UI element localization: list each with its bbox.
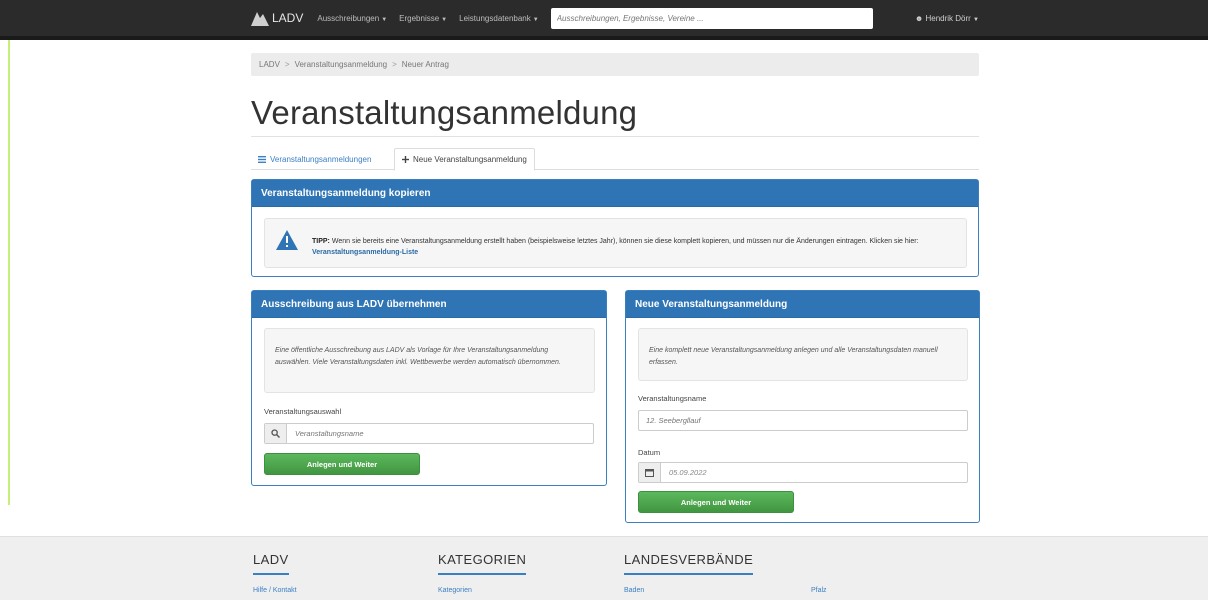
tab-bar: Veranstaltungsanmeldungen Neue Veranstal… <box>251 148 979 171</box>
caret-down-icon: ▼ <box>441 16 448 23</box>
breadcrumb-item-veranstaltungsanmeldung[interactable]: Veranstaltungsanmeldung <box>295 60 388 69</box>
new-description: Eine komplett neue Veranstaltungsanmeldu… <box>649 347 938 366</box>
ladv-logo-icon <box>251 12 269 26</box>
ladv-panel-title: Ausschreibung aus LADV übernehmen <box>252 291 606 318</box>
veranstaltungsname-input[interactable] <box>638 410 968 431</box>
footer-link-kategorien[interactable]: Kategorien <box>438 587 472 594</box>
footer-heading-landesverbaende: LANDESVERBÄNDE <box>624 552 754 575</box>
brand-logo[interactable]: LADV <box>251 10 303 26</box>
veranstaltungsauswahl-field <box>264 423 594 444</box>
top-navbar: LADV Ausschreibungen ▼ Ergebnisse ▼ Leistu… <box>0 0 1208 40</box>
veranstaltungsname-label: Veranstaltungsname <box>638 394 707 403</box>
ladv-description-box: Eine öffentliche Ausschreibung aus LADV … <box>264 328 595 393</box>
footer-link-pfalz[interactable]: Pfalz <box>811 587 827 594</box>
veranstaltungsauswahl-label: Veranstaltungsauswahl <box>264 407 342 416</box>
caret-down-icon: ▼ <box>973 16 979 23</box>
footer-heading-ladv: LADV <box>253 552 289 575</box>
veranstaltungsname-search-input[interactable] <box>287 429 593 438</box>
search-input[interactable] <box>550 7 873 29</box>
user-icon: ☻ <box>914 13 924 23</box>
nav-ausschreibungen[interactable]: Ausschreibungen ▼ <box>317 14 387 23</box>
footer-col-kategorien: KATEGORIEN <box>438 551 527 575</box>
breadcrumb-separator: > <box>284 60 290 69</box>
anlegen-und-weiter-button-ladv[interactable]: Anlegen und Weiter <box>264 453 420 475</box>
calendar-icon <box>639 463 661 482</box>
copy-panel-title: Veranstaltungsanmeldung kopieren <box>252 180 978 207</box>
new-description-box: Eine komplett neue Veranstaltungsanmeldu… <box>638 328 968 381</box>
search-icon <box>265 424 287 443</box>
footer-col-landesverbaende: LANDESVERBÄNDE <box>624 551 754 575</box>
caret-down-icon: ▼ <box>381 16 388 23</box>
footer-link-baden[interactable]: Baden <box>624 587 644 594</box>
left-accent-bar <box>8 40 10 505</box>
title-divider <box>251 136 979 137</box>
brand-label: LADV <box>272 11 304 25</box>
anlegen-und-weiter-button-new[interactable]: Anlegen und Weiter <box>638 491 794 513</box>
footer: LADV Hilfe / Kontakt KATEGORIEN Kategori… <box>0 536 1208 600</box>
plus-icon <box>402 156 409 163</box>
breadcrumb: LADV > Veranstaltungsanmeldung > Neuer A… <box>251 53 979 76</box>
page-title: Veranstaltungsanmeldung <box>251 94 638 131</box>
breadcrumb-item-current: Neuer Antrag <box>401 60 449 69</box>
datum-input[interactable] <box>661 468 967 477</box>
warning-icon <box>276 230 298 250</box>
new-registration-panel: Neue Veranstaltungsanmeldung Eine komple… <box>625 290 980 523</box>
nav-ergebnisse[interactable]: Ergebnisse ▼ <box>399 14 447 23</box>
ladv-template-panel: Ausschreibung aus LADV übernehmen Eine ö… <box>251 290 607 486</box>
new-panel-title: Neue Veranstaltungsanmeldung <box>626 291 979 318</box>
datum-label: Datum <box>638 448 661 457</box>
tab-veranstaltungsanmeldungen[interactable]: Veranstaltungsanmeldungen <box>251 148 378 170</box>
user-menu[interactable]: ☻ Hendrik Dörr ▼ <box>915 14 979 23</box>
veranstaltungsanmeldung-liste-link[interactable]: Veranstaltungsanmeldung-Liste <box>312 249 418 256</box>
tab-neue-veranstaltungsanmeldung[interactable]: Neue Veranstaltungsanmeldung <box>394 148 535 171</box>
list-icon <box>258 155 266 163</box>
tip-text: TIPP: Wenn sie bereits eine Veranstaltun… <box>312 238 919 256</box>
ladv-description: Eine öffentliche Ausschreibung aus LADV … <box>275 347 561 366</box>
footer-heading-kategorien: KATEGORIEN <box>438 552 527 575</box>
footer-link-hilfe-kontakt[interactable]: Hilfe / Kontakt <box>253 587 297 594</box>
copy-panel: Veranstaltungsanmeldung kopieren TIPP: W… <box>251 179 979 277</box>
breadcrumb-separator: > <box>392 60 397 69</box>
footer-col-ladv: LADV <box>253 551 289 575</box>
tip-box: TIPP: Wenn sie bereits eine Veranstaltun… <box>264 218 967 268</box>
datum-field <box>638 462 968 483</box>
breadcrumb-item-ladv[interactable]: LADV <box>259 60 280 69</box>
caret-down-icon: ▼ <box>532 16 539 23</box>
nav-leistungsdatenbank[interactable]: Leistungsdatenbank ▼ <box>459 14 539 23</box>
